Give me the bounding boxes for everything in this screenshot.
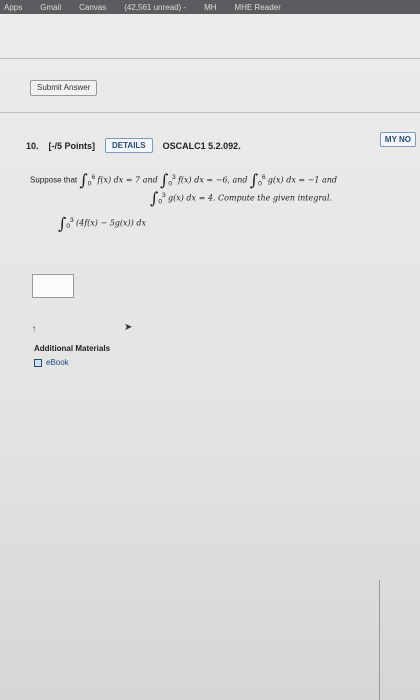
book-icon (34, 358, 42, 367)
question-code: OSCALC1 5.2.092. (162, 140, 241, 151)
bookmark-mh[interactable]: MH (204, 3, 216, 12)
integral-4: g(x) dx = 4. Compute the given integral. (167, 193, 333, 203)
upper-limit: 6 (91, 174, 96, 181)
additional-materials-heading: Additional Materials (34, 344, 111, 353)
question-prompt-cont: ∫03 g(x) dx = 4. Compute the given integ… (150, 190, 420, 208)
compute-integral: ∫03 (4f(x) − 5g(x)) dx (58, 214, 146, 233)
question-header: 10. [-/5 Points] DETAILS OSCALC1 5.2.092… (26, 138, 241, 153)
mouse-cursor-icon: ➤ (124, 322, 133, 333)
bookmark-canvas[interactable]: Canvas (79, 3, 106, 12)
bookmark-gmail[interactable]: Gmail (40, 3, 61, 12)
page: Submit Answer 10. [-/5 Points] DETAILS O… (0, 14, 420, 700)
details-button[interactable]: DETAILS (105, 138, 153, 153)
upper-limit: 3 (162, 192, 166, 199)
question-number: 10. (26, 140, 39, 151)
question-points: [-/5 Points] (48, 140, 96, 151)
divider (0, 112, 420, 113)
lower-limit: 0 (168, 180, 173, 188)
upper-limit: 3 (70, 216, 74, 224)
integral-sign: ∫ (249, 170, 259, 190)
compute-expression: (4f(x) − 5g(x)) dx (75, 218, 146, 228)
bookmark-unread[interactable]: (42,561 unread) - (124, 3, 186, 12)
integral-sign: ∫ (79, 170, 88, 190)
upper-limit: 3 (172, 174, 176, 181)
divider (0, 58, 420, 59)
prompt-lead: Suppose that (30, 175, 78, 185)
bullet-marker: ↑ (32, 324, 36, 333)
panel-edge (379, 580, 420, 700)
integral-1: f(x) dx = 7 and (97, 175, 158, 185)
bookmark-apps[interactable]: Apps (4, 3, 22, 12)
integral-2: f(x) dx = −6, and (177, 175, 248, 185)
submit-answer-button[interactable]: Submit Answer (30, 80, 98, 96)
integral-3: g(x) dx = −1 and (267, 175, 337, 185)
lower-limit: 0 (258, 180, 262, 188)
bookmarks-bar: Apps Gmail Canvas (42,561 unread) - MH M… (0, 0, 420, 14)
ebook-link[interactable]: eBook (34, 358, 69, 367)
bookmark-mhe-reader[interactable]: MHE Reader (235, 3, 281, 12)
lower-limit: 0 (66, 223, 71, 231)
lower-limit: 0 (158, 198, 163, 206)
lower-limit: 0 (87, 180, 92, 188)
question-prompt: Suppose that ∫06 f(x) dx = 7 and ∫03 f(x… (30, 172, 420, 190)
answer-input[interactable] (32, 274, 74, 298)
upper-limit: 6 (261, 174, 266, 181)
my-notes-button[interactable]: MY NO (379, 132, 416, 147)
ebook-label: eBook (46, 358, 69, 367)
